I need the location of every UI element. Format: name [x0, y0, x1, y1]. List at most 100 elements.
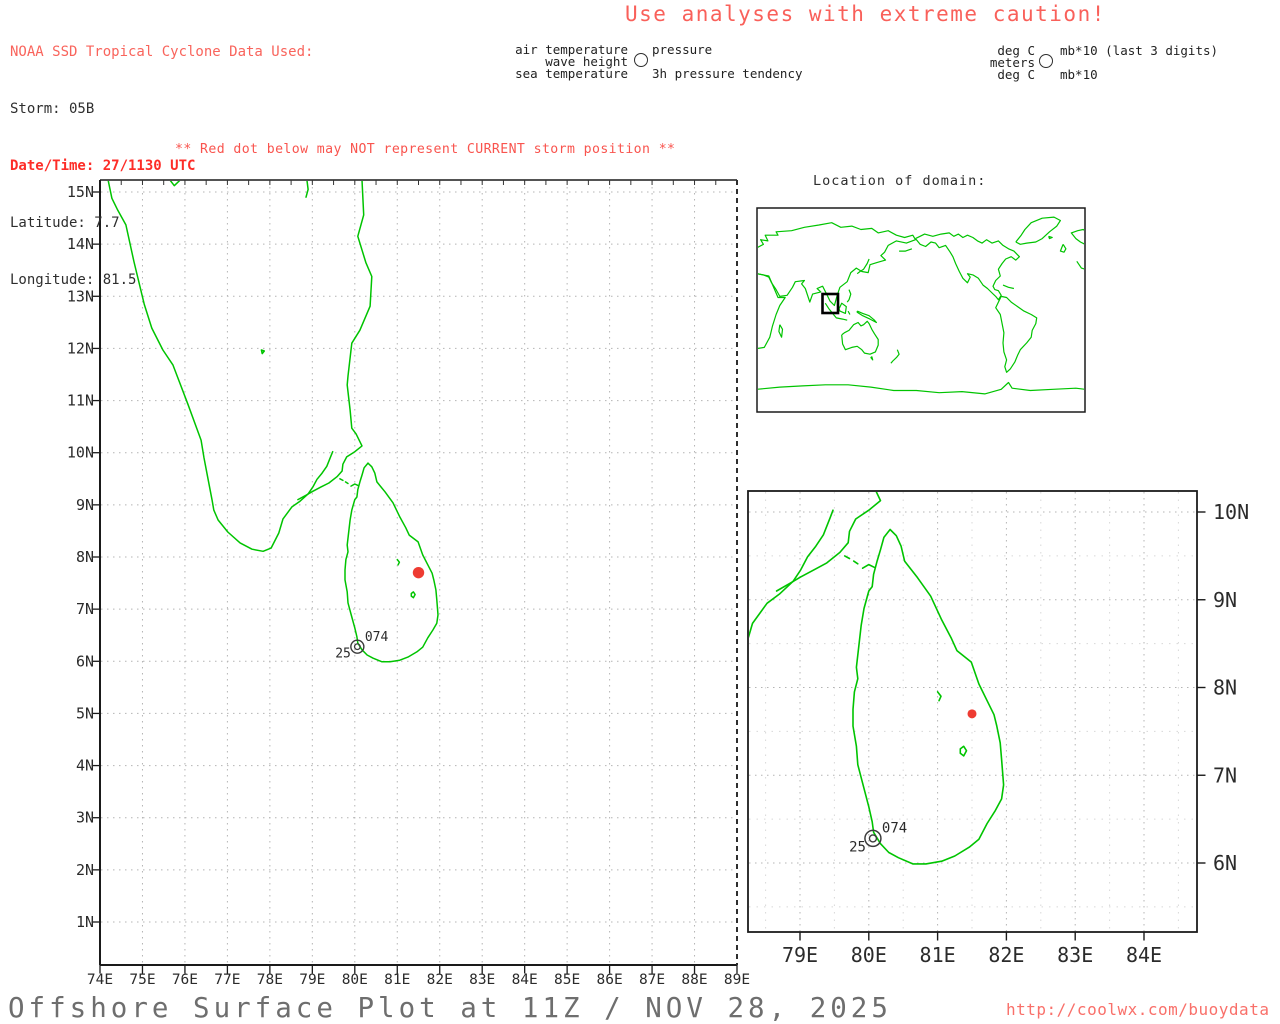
coastline: [758, 381, 1084, 395]
coastline: [936, 691, 942, 702]
coastline: [861, 563, 876, 569]
x-tick-label: 82E: [427, 972, 453, 988]
x-tick-label: 84E: [512, 972, 538, 988]
x-tick-label: 78E: [257, 972, 283, 988]
x-tick-label: 81E: [920, 943, 956, 967]
x-tick-label: 74E: [87, 972, 113, 988]
coastline: [852, 528, 1005, 865]
coastline: [350, 483, 359, 487]
coastline: [841, 320, 879, 355]
x-tick-label: 76E: [172, 972, 198, 988]
station-marker: [864, 829, 882, 848]
coastline: [758, 273, 786, 349]
coastline: [1059, 243, 1067, 253]
coastline: [1015, 216, 1061, 245]
source-url: http://coolwx.com/buoydata: [1006, 1000, 1270, 1019]
coastline: [846, 289, 852, 303]
x-tick-label: 82E: [988, 943, 1024, 967]
x-tick-label: 86E: [596, 972, 622, 988]
coastline: [339, 478, 344, 482]
legend-mb-bottom: mb*10: [1060, 67, 1098, 82]
storm-source-line: NOAA SSD Tropical Cyclone Data Used:: [10, 44, 314, 60]
legend-pressure: pressure: [652, 42, 713, 57]
legend-degc-bottom: deg C: [997, 67, 1035, 82]
storm-position-dot: [412, 566, 425, 579]
station-id-label: 074: [882, 820, 907, 836]
y-tick-label: 2N: [76, 861, 94, 879]
x-tick-label: 80E: [851, 943, 887, 967]
x-tick-label: 75E: [129, 972, 155, 988]
coastline: [915, 232, 1020, 301]
coastline: [847, 310, 851, 315]
storm-position-dot: [967, 709, 977, 719]
coastline: [1048, 235, 1053, 240]
x-tick-label: 79E: [299, 972, 325, 988]
storm-datetime-line: Date/Time: 27/1130 UTC: [10, 158, 196, 174]
coastline: [396, 558, 401, 566]
coastline: [344, 481, 349, 485]
y-tick-label: 8N: [76, 548, 94, 566]
x-tick-label: 87E: [639, 972, 665, 988]
y-tick-label: 1N: [76, 913, 94, 931]
coastline: [1076, 260, 1084, 270]
coastline: [1002, 284, 1015, 290]
world-coastlines: [758, 216, 1084, 395]
x-tick-label: 85E: [554, 972, 580, 988]
y-tick-label: 9N: [1213, 588, 1237, 612]
y-tick-label: 11N: [67, 392, 94, 410]
y-tick-label: 7N: [76, 600, 94, 618]
y-tick-label: 9N: [76, 496, 94, 514]
y-tick-label: 7N: [1213, 763, 1237, 787]
caution-headline: Use analyses with extreme caution!: [625, 2, 1106, 26]
x-tick-label: 81E: [384, 972, 410, 988]
station-value-label: 25: [849, 839, 866, 855]
coastline: [344, 462, 439, 663]
coastline: [1070, 228, 1084, 245]
y-tick-label: 10N: [67, 444, 94, 462]
x-tick-label: 79E: [782, 943, 818, 967]
y-tick-label: 6N: [1213, 851, 1237, 875]
coastline: [899, 248, 913, 252]
coastline: [717, 339, 722, 345]
x-tick-label: 83E: [469, 972, 495, 988]
coastline: [856, 310, 877, 324]
buoy-plot-page: 15N 14N 13N 12N 11N 10N 9N 8N 7N 6N 5N 4N 3N 2N 1N 74E 7…: [0, 0, 1280, 1024]
world-inset-border: [756, 207, 1086, 413]
y-tick-label: 12N: [67, 339, 94, 357]
legend-sea-temperature: sea temperature: [515, 66, 628, 81]
coastline: [870, 356, 874, 361]
coastline: [778, 324, 784, 338]
storm-latitude-line: Latitude: 7.7: [10, 215, 120, 231]
y-tick-label: 3N: [76, 809, 94, 827]
legend-mb-top: mb*10 (last 3 digits): [1060, 43, 1219, 58]
coastline: [959, 745, 968, 757]
x-tick-label: 88E: [681, 972, 707, 988]
y-tick-label: 5N: [76, 704, 94, 722]
x-tick-label: 77E: [214, 972, 240, 988]
coastline: [852, 560, 859, 565]
y-tick-label: 4N: [76, 757, 94, 775]
x-tick-label: 84E: [1126, 943, 1162, 967]
storm-position-warning: ** Red dot below may NOT represent CURRE…: [175, 142, 676, 157]
station-marker-inner: [868, 834, 878, 843]
plot-title: Offshore Surface Plot at 11Z / NOV 28, 2…: [8, 992, 892, 1024]
y-tick-label: 8N: [1213, 676, 1237, 700]
y-tick-label: 6N: [76, 652, 94, 670]
coastline: [890, 349, 900, 364]
coastline: [260, 349, 266, 355]
station-id-label: 074: [365, 630, 389, 645]
world-inset: [756, 207, 1086, 413]
station-value-label: 25: [335, 647, 351, 662]
storm-info-block: NOAA SSD Tropical Cyclone Data Used: Sto…: [10, 5, 313, 328]
storm-longitude-line: Longitude: 81.5: [10, 272, 137, 288]
x-tick-label: 83E: [1057, 943, 1093, 967]
coastline: [410, 591, 416, 599]
station-circle-icon: [1039, 54, 1053, 68]
legend-pressure-tendency: 3h pressure tendency: [652, 66, 803, 81]
x-tick-label: 80E: [342, 972, 368, 988]
storm-id-line: Storm: 05B: [10, 101, 95, 117]
x-tick-label: 89E: [724, 972, 750, 988]
coastline: [995, 295, 1038, 373]
station-circle-icon: [634, 53, 648, 67]
y-tick-label: 10N: [1213, 500, 1249, 524]
